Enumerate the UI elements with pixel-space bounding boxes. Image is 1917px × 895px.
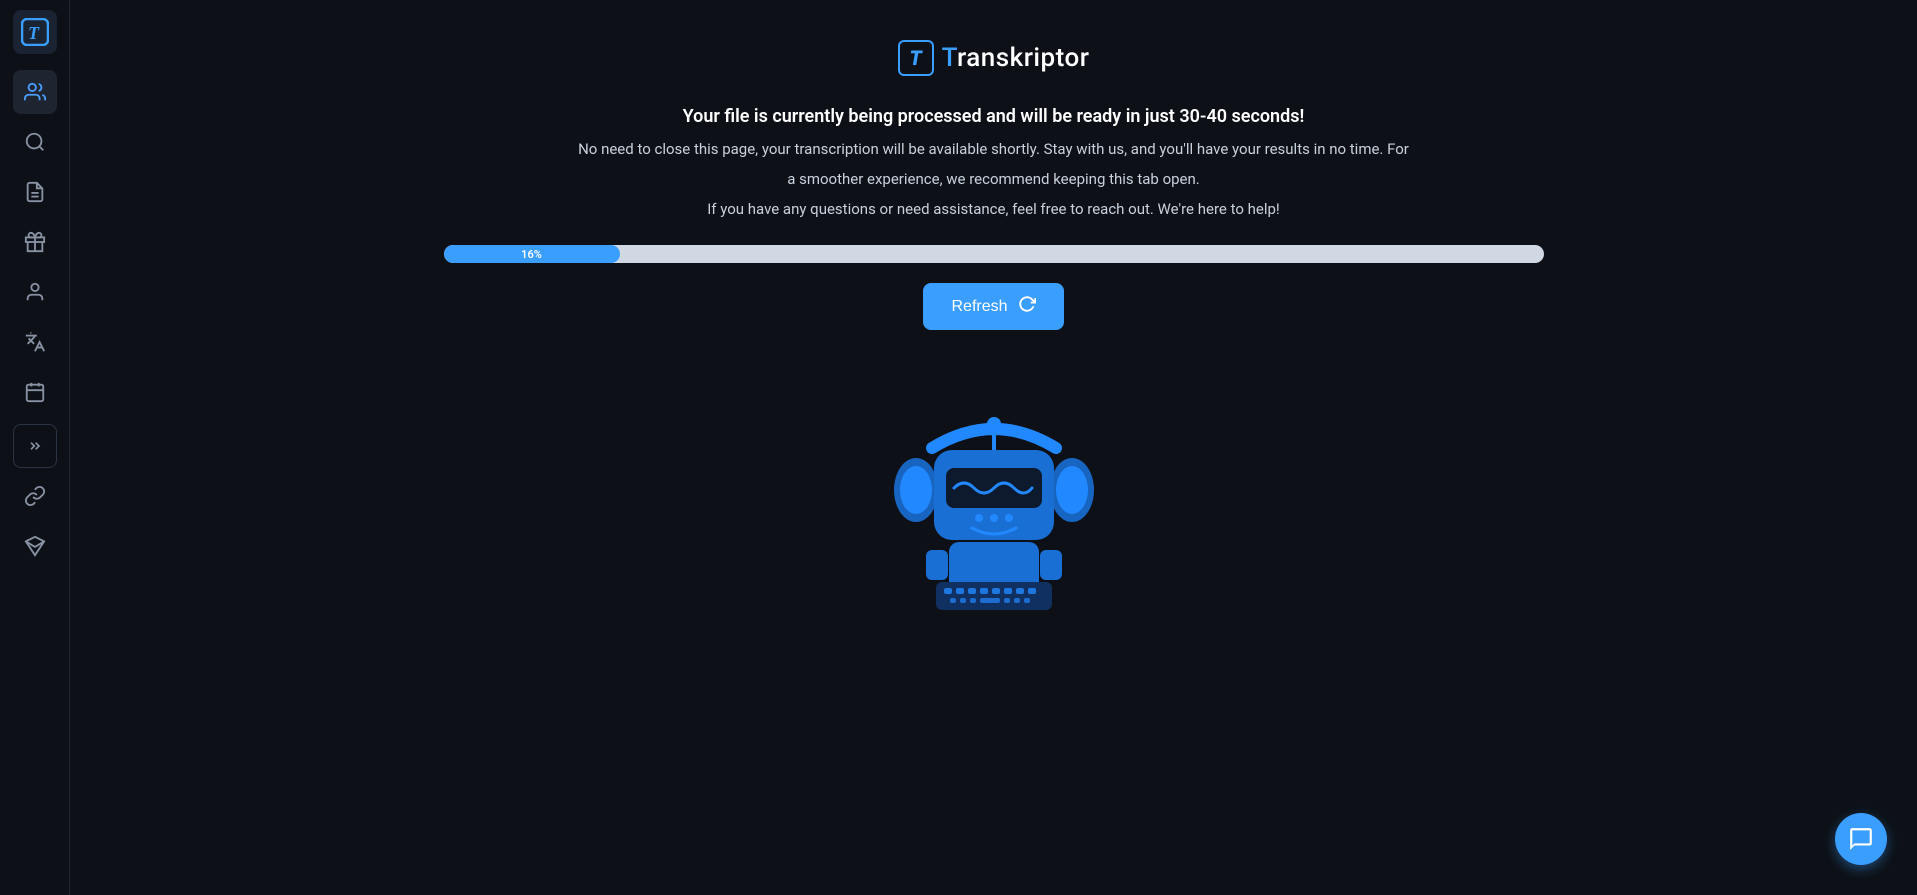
sidebar-item-document[interactable] (13, 170, 57, 214)
mascot-container (864, 360, 1124, 620)
processing-line2: No need to close this page, your transcr… (578, 137, 1409, 161)
progress-label: 16% (521, 248, 542, 261)
sidebar-item-tools[interactable] (13, 474, 57, 518)
svg-text:T: T (28, 23, 40, 43)
refresh-label: Refresh (951, 298, 1007, 316)
progress-bar-container: 16% (444, 245, 1544, 263)
sidebar-item-gift[interactable] (13, 220, 57, 264)
sidebar-item-users[interactable] (13, 70, 57, 114)
brand-name: Transkriptor (942, 43, 1090, 73)
processing-line4: If you have any questions or need assist… (578, 197, 1409, 221)
brand-logo: T Transkriptor (898, 40, 1090, 76)
robot-mascot (864, 360, 1124, 620)
sidebar-item-search[interactable] (13, 120, 57, 164)
progress-bar-fill: 16% (444, 245, 620, 263)
sidebar-logo[interactable]: T (13, 10, 57, 54)
processing-line1: Your file is currently being processed a… (578, 106, 1409, 127)
chat-button[interactable] (1835, 813, 1887, 865)
main-content: T Transkriptor Your file is currently be… (70, 0, 1917, 895)
brand-logo-icon: T (898, 40, 934, 76)
processing-text-block: Your file is currently being processed a… (578, 106, 1409, 221)
refresh-icon (1018, 295, 1036, 318)
processing-line3: a smoother experience, we recommend keep… (578, 167, 1409, 191)
sidebar-expand-button[interactable] (13, 424, 57, 468)
sidebar-item-calendar[interactable] (13, 370, 57, 414)
sidebar-item-person[interactable] (13, 270, 57, 314)
sidebar-item-translate[interactable] (13, 320, 57, 364)
sidebar: T (0, 0, 70, 895)
sidebar-item-gem[interactable] (13, 524, 57, 568)
refresh-button[interactable]: Refresh (923, 283, 1063, 330)
chat-icon (1848, 826, 1874, 852)
